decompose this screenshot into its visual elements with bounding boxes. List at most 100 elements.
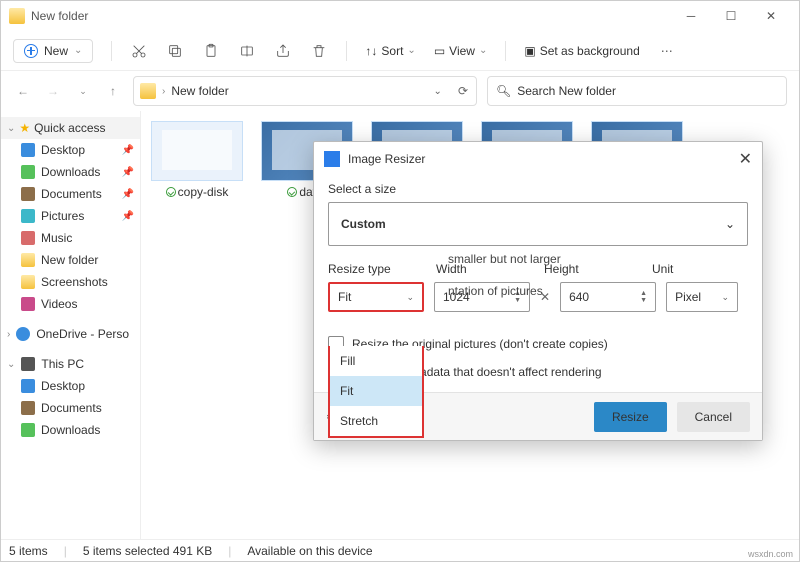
sidebar-pc-documents[interactable]: Documents — [1, 397, 140, 419]
status-count: 5 items — [9, 544, 48, 558]
music-icon — [21, 231, 35, 245]
share-icon[interactable] — [274, 42, 292, 60]
pin-icon: 📌 — [122, 145, 134, 156]
cut-icon[interactable] — [130, 42, 148, 60]
sidebar-onedrive[interactable]: ›OneDrive - Perso — [1, 323, 140, 345]
unit-combo[interactable]: Pixel ⌄ — [666, 282, 738, 312]
sidebar-item-pictures[interactable]: Pictures📌 — [1, 205, 140, 227]
view-icon: ▭ — [434, 44, 445, 58]
sidebar-item-videos[interactable]: Videos — [1, 293, 140, 315]
chevron-down-icon: ⌄ — [725, 217, 735, 231]
image-resizer-dialog: Image Resizer ✕ Select a size Custom ⌄ R… — [313, 141, 763, 441]
sidebar-item-documents[interactable]: Documents📌 — [1, 183, 140, 205]
status-check-icon — [287, 187, 297, 197]
folder-icon — [140, 83, 156, 99]
refresh-icon[interactable]: ⟳ — [458, 84, 468, 98]
paste-icon[interactable] — [202, 42, 220, 60]
size-preset-combo[interactable]: Custom ⌄ — [328, 202, 748, 246]
documents-icon — [21, 401, 35, 415]
chevron-down-icon: ⌄ — [722, 292, 730, 303]
toolbar: New ⌄ ↑↓ Sort ⌄ ▭ View ⌄ ▣ Set as backgr… — [1, 31, 799, 71]
view-button[interactable]: ▭ View ⌄ — [434, 44, 488, 58]
thumbnail-image — [151, 121, 243, 181]
search-input[interactable]: 🔍︎ Search New folder — [487, 76, 787, 106]
back-button[interactable]: ← — [13, 84, 33, 98]
app-icon — [324, 151, 340, 167]
titlebar: New folder ─ ☐ ✕ — [1, 1, 799, 31]
pc-icon — [21, 357, 35, 371]
sidebar-pc-downloads[interactable]: Downloads — [1, 419, 140, 441]
forward-button[interactable]: → — [43, 84, 63, 98]
view-label: View — [449, 44, 475, 58]
sidebar-item-downloads[interactable]: Downloads📌 — [1, 161, 140, 183]
sidebar-thispc[interactable]: ⌄This PC — [1, 353, 140, 375]
separator — [505, 41, 506, 61]
dropdown-option-stretch[interactable]: Stretch — [330, 406, 422, 436]
sidebar: ⌄ ★ Quick access Desktop📌 Downloads📌 Doc… — [1, 111, 141, 541]
dialog-title: Image Resizer — [348, 152, 425, 166]
dialog-titlebar: Image Resizer ✕ — [314, 142, 762, 176]
address-bar[interactable]: › New folder ⌄ ⟳ — [133, 76, 477, 106]
search-placeholder: Search New folder — [517, 84, 616, 98]
sidebar-item-desktop[interactable]: Desktop📌 — [1, 139, 140, 161]
new-button[interactable]: New ⌄ — [13, 39, 93, 63]
rename-icon[interactable] — [238, 42, 256, 60]
status-check-icon — [166, 187, 176, 197]
sort-button[interactable]: ↑↓ Sort ⌄ — [365, 44, 415, 58]
set-background-button[interactable]: ▣ Set as background — [524, 44, 639, 58]
downloads-icon — [21, 423, 35, 437]
maximize-button[interactable]: ☐ — [711, 1, 751, 31]
resize-type-dropdown: Fill Fit Stretch — [328, 346, 424, 438]
desktop-icon — [21, 379, 35, 393]
size-preset-value: Custom — [341, 217, 386, 231]
star-icon: ★ — [19, 121, 30, 135]
unit-value: Pixel — [675, 290, 701, 304]
sidebar-item-screenshots[interactable]: Screenshots — [1, 271, 140, 293]
window-title: New folder — [31, 9, 671, 23]
sidebar-item-newfolder[interactable]: New folder — [1, 249, 140, 271]
status-availability: Available on this device — [247, 544, 372, 558]
spinner-icon[interactable]: ▲▼ — [640, 290, 647, 304]
more-button[interactable]: ⋯ — [658, 42, 676, 60]
pictures-icon — [21, 209, 35, 223]
pin-icon: 📌 — [122, 189, 134, 200]
separator — [111, 41, 112, 61]
chevron-down-icon: ⌄ — [479, 45, 487, 56]
dropdown-option-fill[interactable]: Fill — [330, 346, 422, 376]
resize-type-combo[interactable]: Fit ⌄ — [328, 282, 424, 312]
plus-icon — [24, 44, 38, 58]
cancel-button[interactable]: Cancel — [677, 402, 750, 432]
search-icon: 🔍︎ — [496, 84, 511, 98]
up-button[interactable]: ↑ — [103, 84, 123, 98]
dropdown-option-fit[interactable]: Fit — [330, 376, 422, 406]
chevron-right-icon: › — [7, 329, 10, 340]
close-icon[interactable]: ✕ — [739, 149, 752, 169]
recent-button[interactable]: ⌄ — [73, 86, 93, 97]
chevron-down-icon: ⌄ — [7, 123, 15, 134]
status-selected: 5 items selected 491 KB — [83, 544, 212, 558]
height-input[interactable]: 640 ▲▼ — [560, 282, 656, 312]
desktop-icon — [21, 143, 35, 157]
sidebar-pc-desktop[interactable]: Desktop — [1, 375, 140, 397]
copy-icon[interactable] — [166, 42, 184, 60]
quick-access-label: Quick access — [34, 121, 105, 135]
select-size-label: Select a size — [328, 182, 748, 196]
resize-type-value: Fit — [338, 290, 351, 304]
new-label: New — [44, 44, 68, 58]
separator — [346, 41, 347, 61]
dropdown-icon[interactable]: ⌄ — [434, 86, 442, 97]
watermark: wsxdn.com — [748, 549, 793, 559]
delete-icon[interactable] — [310, 42, 328, 60]
resize-type-label: Resize type — [328, 262, 424, 276]
resize-button[interactable]: Resize — [594, 402, 667, 432]
height-value: 640 — [569, 290, 589, 304]
pin-icon: 📌 — [122, 167, 134, 178]
setbg-label: Set as background — [540, 44, 640, 58]
quick-access-header[interactable]: ⌄ ★ Quick access — [1, 117, 140, 139]
file-thumb[interactable]: copy-disk — [151, 121, 243, 199]
sidebar-item-music[interactable]: Music — [1, 227, 140, 249]
status-bar: 5 items | 5 items selected 491 KB | Avai… — [1, 539, 799, 561]
close-button[interactable]: ✕ — [751, 1, 791, 31]
pin-icon: 📌 — [122, 211, 134, 222]
minimize-button[interactable]: ─ — [671, 1, 711, 31]
